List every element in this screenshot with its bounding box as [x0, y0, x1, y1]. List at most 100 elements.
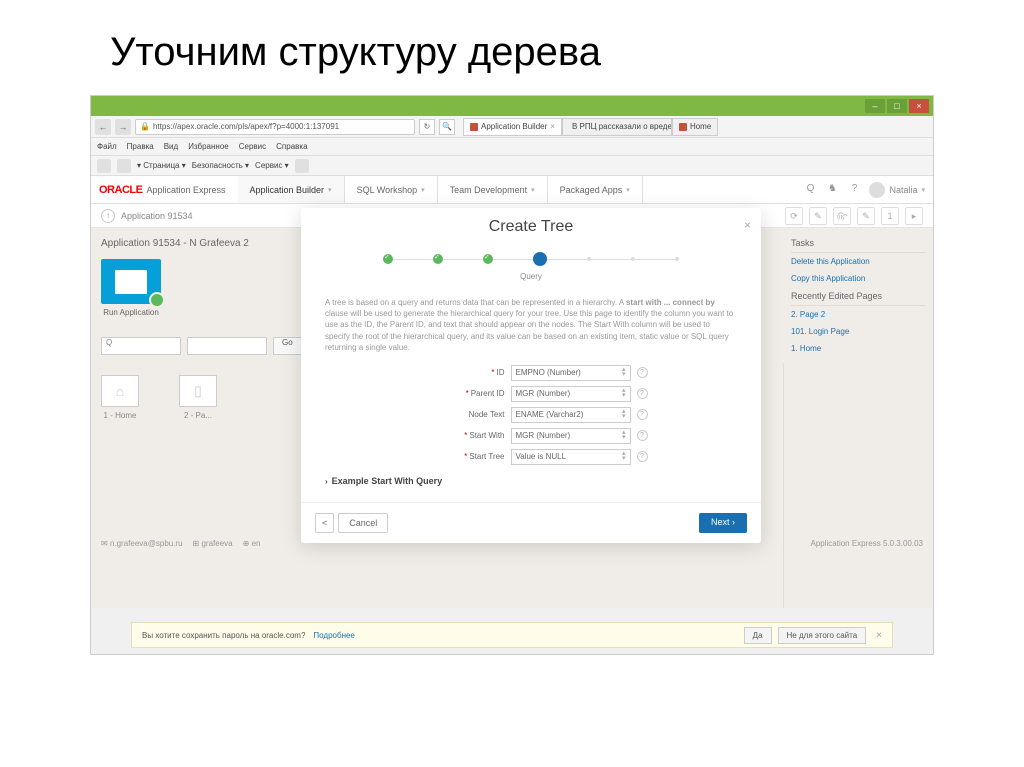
go-button[interactable]: Go	[273, 337, 302, 355]
run-icon[interactable]: ▸	[905, 207, 923, 225]
lock-icon: 🔒	[140, 122, 150, 131]
field-start-tree: *Start Tree Value is NULL▴▾ ?	[325, 449, 737, 465]
apex-header: ORACLE Application Express Application B…	[91, 176, 933, 204]
action-1[interactable]: ⟳	[785, 207, 803, 225]
filter-select[interactable]	[187, 337, 267, 355]
menu-tools[interactable]: Сервис	[239, 142, 266, 151]
page-item-2[interactable]: ▯ 2 - Pa...	[179, 375, 217, 420]
browser-tab-1[interactable]: В РПЦ рассказали о вреде ра...	[562, 118, 672, 136]
cancel-button[interactable]: Cancel	[338, 513, 388, 533]
chevron-down-icon: ▾	[328, 186, 332, 194]
browser-menubar: Файл Правка Вид Избранное Сервис Справка	[91, 138, 933, 156]
chevron-down-icon: ▾	[421, 186, 425, 194]
forward-button[interactable]: →	[115, 119, 131, 135]
help-icon[interactable]: ?	[637, 451, 648, 462]
action-2[interactable]: ✎	[809, 207, 827, 225]
help-icon[interactable]: ?	[637, 409, 648, 420]
recent-header: Recently Edited Pages	[791, 287, 925, 306]
reload-button[interactable]: ↻	[419, 119, 435, 135]
avatar-icon	[869, 182, 885, 198]
tab-app-builder[interactable]: Application Builder▾	[238, 176, 345, 203]
footer-version: Application Express 5.0.3.00.03	[810, 539, 923, 548]
footer-email: ✉ n.grafeeva@spbu.ru	[101, 539, 183, 548]
feed-icon[interactable]	[117, 159, 131, 173]
chevron-right-icon: ›	[325, 476, 328, 487]
chevron-down-icon: ▾	[531, 186, 535, 194]
save-pw-yes-button[interactable]: Да	[744, 627, 772, 644]
slide-title: Уточним структуру дерева	[0, 0, 1024, 95]
search-input[interactable]: Q	[101, 337, 181, 355]
run-app-card[interactable]: Run Application	[101, 259, 161, 317]
menu-edit[interactable]: Правка	[127, 142, 154, 151]
tab-team-dev[interactable]: Team Development▾	[438, 176, 548, 203]
browser-tab-2[interactable]: Home	[672, 118, 718, 136]
tab-strip: Application Builder× В РПЦ рассказали о …	[463, 118, 929, 136]
step-done-icon	[483, 254, 493, 264]
window-titlebar: – □ ×	[91, 96, 933, 116]
tab-sql-workshop[interactable]: SQL Workshop▾	[345, 176, 438, 203]
footer-workspace: ⊞ grafeeva	[193, 539, 233, 548]
back-button[interactable]: <	[315, 513, 334, 533]
close-icon[interactable]: ×	[876, 630, 882, 641]
home-icon[interactable]	[97, 159, 111, 173]
admin-icon[interactable]: ♞	[825, 183, 839, 197]
recent-2[interactable]: 1. Home	[791, 340, 925, 357]
node-text-select[interactable]: ENAME (Varchar2)▴▾	[511, 407, 631, 423]
save-pw-text: Вы хотите сохранить пароль на oracle.com…	[142, 631, 305, 640]
url-input[interactable]: 🔒 https://apex.oracle.com/pls/apex/f?p=4…	[135, 119, 415, 135]
recent-1[interactable]: 101. Login Page	[791, 323, 925, 340]
back-button[interactable]: ←	[95, 119, 111, 135]
close-icon[interactable]: ×	[550, 122, 555, 131]
field-start-with: *Start With MGR (Number)▴▾ ?	[325, 428, 737, 444]
start-with-select[interactable]: MGR (Number)▴▾	[511, 428, 631, 444]
delete-app-link[interactable]: Delete this Application	[791, 253, 925, 270]
tab-packaged-apps[interactable]: Packaged Apps▾	[548, 176, 643, 203]
search-button[interactable]: 🔍	[439, 119, 455, 135]
screenshot: – □ × ← → 🔒 https://apex.oracle.com/pls/…	[90, 95, 934, 655]
modal-close-button[interactable]: ×	[744, 218, 751, 232]
chevron-down-icon: ▾	[626, 186, 630, 194]
menu-favorites[interactable]: Избранное	[188, 142, 229, 151]
breadcrumb-text: Application 91534	[121, 211, 193, 221]
id-select[interactable]: EMPNO (Number)▴▾	[511, 365, 631, 381]
tab-icon	[470, 123, 478, 131]
action-5[interactable]: 1	[881, 207, 899, 225]
page-item-1[interactable]: ⌂ 1 - Home	[101, 375, 139, 420]
help-icon[interactable]: ?	[847, 183, 861, 197]
tab-icon	[679, 123, 687, 131]
url-text: https://apex.oracle.com/pls/apex/f?p=400…	[153, 122, 339, 131]
recent-0[interactable]: 2. Page 2	[791, 306, 925, 323]
copy-app-link[interactable]: Copy this Application	[791, 270, 925, 287]
menu-view[interactable]: Вид	[164, 142, 178, 151]
create-tree-modal: Create Tree × Query A tree is based on a…	[301, 208, 761, 543]
step-future-icon	[587, 257, 591, 261]
play-icon	[149, 292, 165, 308]
menu-help[interactable]: Справка	[276, 142, 307, 151]
tasks-header: Tasks	[791, 234, 925, 253]
parent-id-select[interactable]: MGR (Number)▴▾	[511, 386, 631, 402]
menu-file[interactable]: Файл	[97, 142, 117, 151]
next-button[interactable]: Next ›	[699, 513, 747, 533]
home-icon: ⌂	[116, 383, 124, 399]
browser-tab-0[interactable]: Application Builder×	[463, 118, 562, 136]
up-icon[interactable]: ↑	[101, 209, 115, 223]
window-close-button[interactable]: ×	[909, 99, 929, 113]
action-4[interactable]: ✎	[857, 207, 875, 225]
action-3[interactable]: ௹	[833, 207, 851, 225]
step-done-icon	[383, 254, 393, 264]
search-icon[interactable]: Q	[803, 183, 817, 197]
chevron-down-icon: ▾	[921, 186, 925, 194]
start-tree-select[interactable]: Value is NULL▴▾	[511, 449, 631, 465]
help-icon[interactable]: ?	[637, 430, 648, 441]
help-icon[interactable]: ?	[637, 367, 648, 378]
example-query-toggle[interactable]: › Example Start With Query	[325, 475, 737, 488]
help-icon[interactable]: ?	[637, 388, 648, 399]
save-pw-no-button[interactable]: Не для этого сайта	[778, 627, 867, 644]
user-menu[interactable]: Natalia ▾	[869, 182, 925, 198]
maximize-button[interactable]: □	[887, 99, 907, 113]
save-password-bar: Вы хотите сохранить пароль на oracle.com…	[131, 622, 893, 648]
minimize-button[interactable]: –	[865, 99, 885, 113]
help-icon[interactable]	[295, 159, 309, 173]
oracle-logo: ORACLE	[99, 184, 142, 196]
save-pw-more-link[interactable]: Подробнее	[313, 631, 355, 640]
